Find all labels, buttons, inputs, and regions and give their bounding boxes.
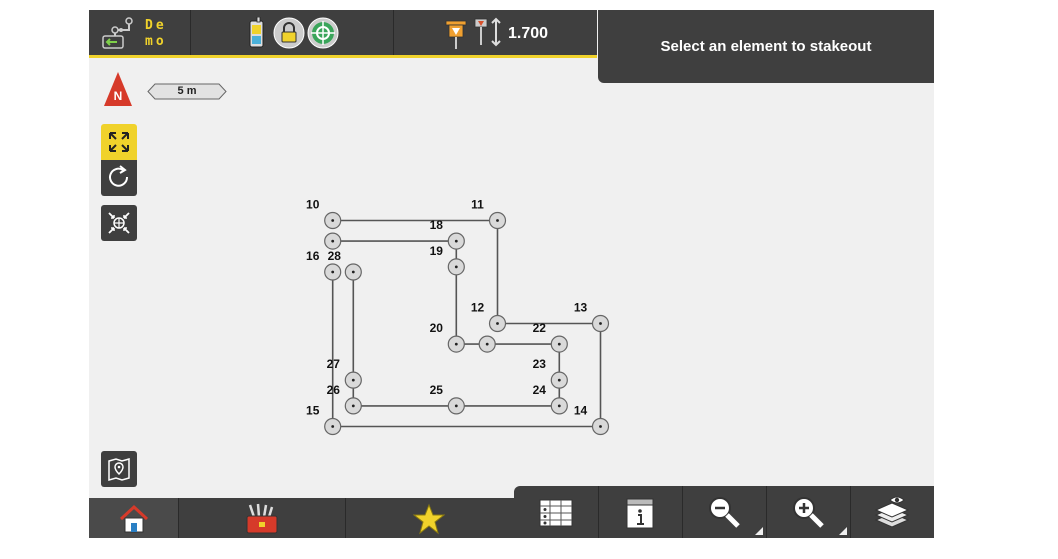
map-toolbar xyxy=(514,486,934,538)
toolbox-icon xyxy=(246,503,278,534)
refresh-icon xyxy=(109,165,129,187)
point-center-dot xyxy=(331,239,335,243)
info-document-icon xyxy=(626,498,654,529)
target-prism-icon xyxy=(307,17,339,49)
instrument-status-button[interactable] xyxy=(191,10,394,55)
point-label: 10 xyxy=(306,198,320,212)
point-label: 16 xyxy=(306,249,320,263)
zoom-extents-button[interactable] xyxy=(101,124,137,160)
element-info-button[interactable] xyxy=(598,486,683,538)
point-label: 25 xyxy=(430,383,444,397)
point-center-dot xyxy=(454,265,458,269)
job-route-icon xyxy=(102,17,133,49)
point-center-dot xyxy=(496,219,499,222)
prism-pole-icon xyxy=(445,20,467,49)
point-label: 20 xyxy=(430,321,444,335)
point-center-dot xyxy=(599,322,602,325)
layer-visibility-button[interactable] xyxy=(850,486,934,538)
point-label: 11 xyxy=(471,198,484,212)
point-center-dot xyxy=(599,425,602,428)
point-center-dot xyxy=(331,425,335,428)
map-layers-button[interactable] xyxy=(101,451,137,487)
map-pin-icon xyxy=(108,458,130,481)
toolbox-button[interactable] xyxy=(179,498,346,538)
survey-point[interactable] xyxy=(478,335,496,353)
corner-indicator xyxy=(839,527,847,535)
survey-point[interactable]: 14 xyxy=(574,404,610,436)
instrument-height-icon xyxy=(474,17,501,47)
point-label: 19 xyxy=(430,244,444,258)
survey-point[interactable] xyxy=(324,232,342,250)
survey-point[interactable]: 13 xyxy=(574,301,610,333)
survey-point[interactable]: 10 xyxy=(306,198,342,230)
north-arrow-icon: N xyxy=(104,72,132,106)
zoom-in-button[interactable] xyxy=(766,486,851,538)
survey-point[interactable]: 15 xyxy=(306,404,342,436)
survey-point[interactable]: 22 xyxy=(533,321,568,353)
point-label: 23 xyxy=(533,357,547,371)
zoom-in-icon xyxy=(793,497,824,528)
point-center-dot xyxy=(454,404,458,408)
point-label: 24 xyxy=(533,383,547,397)
zoom-out-button[interactable] xyxy=(682,486,767,538)
instruction-message: Select an element to stakeout xyxy=(660,38,872,55)
job-name: De mo xyxy=(145,18,167,49)
point-center-dot xyxy=(331,219,335,222)
point-label: 14 xyxy=(574,404,588,418)
status-bar: De mo 1.700 xyxy=(89,10,597,58)
main-navigation xyxy=(89,498,514,538)
locate-target-icon xyxy=(108,212,130,234)
point-center-dot xyxy=(454,342,458,346)
scale-bar-label: 5 m xyxy=(177,85,197,97)
corner-indicator xyxy=(755,527,763,535)
point-center-dot xyxy=(351,378,355,382)
north-label: N xyxy=(114,89,123,103)
point-label: 12 xyxy=(471,301,485,315)
survey-point[interactable]: 12 xyxy=(471,301,507,333)
point-center-dot xyxy=(351,404,355,408)
home-button[interactable] xyxy=(89,498,179,538)
view-controls xyxy=(101,124,137,196)
layers-eye-icon xyxy=(874,496,910,528)
instrument-height-value: 1.700 xyxy=(508,25,549,42)
point-center-dot xyxy=(557,404,561,408)
point-center-dot xyxy=(454,239,458,243)
point-center-dot xyxy=(557,378,561,382)
point-label: 18 xyxy=(430,218,444,232)
home-icon xyxy=(119,504,149,533)
point-center-dot xyxy=(496,322,499,325)
points-table-button[interactable] xyxy=(514,486,599,538)
zoom-out-icon xyxy=(709,497,740,528)
star-icon xyxy=(413,503,445,535)
height-button[interactable]: 1.700 xyxy=(394,10,597,55)
favorites-button[interactable] xyxy=(346,498,514,538)
app-window: 10 11 12 13 14 15 16 18 19 20 22 23 24 25 26 27 28 De mo xyxy=(89,10,934,538)
point-label: 13 xyxy=(574,301,588,315)
point-center-dot xyxy=(351,270,355,274)
job-button[interactable]: De mo xyxy=(89,10,191,55)
point-label: 15 xyxy=(306,404,320,418)
rotate-view-button[interactable] xyxy=(101,160,137,196)
table-list-icon xyxy=(539,499,573,527)
center-on-position-button[interactable] xyxy=(101,205,137,241)
survey-point[interactable]: 25 xyxy=(430,383,465,415)
point-label: 27 xyxy=(327,357,341,371)
survey-point[interactable]: 20 xyxy=(430,321,465,353)
point-center-dot xyxy=(557,342,561,346)
point-label: 28 xyxy=(328,249,342,263)
point-center-dot xyxy=(331,270,335,274)
controller-icon xyxy=(249,17,264,48)
expand-arrows-icon xyxy=(109,132,129,152)
lock-icon xyxy=(273,17,305,49)
survey-point[interactable]: 11 xyxy=(471,198,507,230)
point-center-dot xyxy=(485,342,489,346)
point-label: 26 xyxy=(327,383,341,397)
message-panel: Select an element to stakeout xyxy=(598,10,934,83)
point-label: 22 xyxy=(533,321,547,335)
